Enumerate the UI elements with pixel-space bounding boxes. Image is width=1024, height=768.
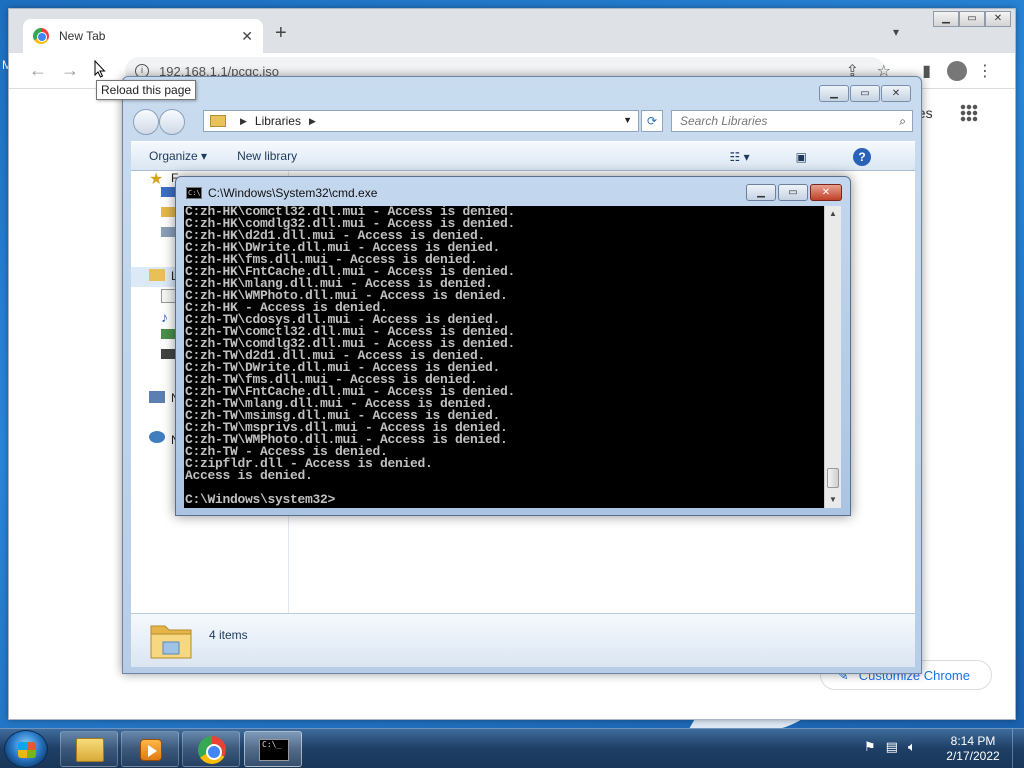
preview-pane-icon[interactable]: ▣ xyxy=(796,150,807,164)
explorer-icon xyxy=(76,738,104,762)
close-button[interactable]: ✕ xyxy=(985,11,1011,27)
taskbar-explorer-button[interactable] xyxy=(60,731,118,767)
explorer-address-bar[interactable]: ▶ Libraries ▶ ▼ xyxy=(203,110,639,132)
windows-logo-icon xyxy=(18,742,36,758)
search-placeholder: Search Libraries xyxy=(680,114,768,128)
scroll-down-icon[interactable]: ▼ xyxy=(825,492,841,508)
scroll-up-icon[interactable]: ▲ xyxy=(825,206,841,222)
cmd-titlebar: C:\ C:\Windows\System32\cmd.exe xyxy=(186,186,377,200)
cmd-window: C:\ C:\Windows\System32\cmd.exe ▁ ▭ ✕ C:… xyxy=(175,176,851,516)
chrome-favicon-icon xyxy=(33,28,49,44)
apps-grid-icon[interactable] xyxy=(960,104,978,122)
breadcrumb-libraries[interactable]: Libraries xyxy=(255,114,301,128)
explorer-forward-button[interactable] xyxy=(159,109,185,135)
side-panel-icon[interactable]: ▮ xyxy=(922,61,931,81)
explorer-back-button[interactable] xyxy=(133,109,159,135)
taskbar-cmd-button[interactable]: C:\_ xyxy=(244,731,302,767)
clock-time: 8:14 PM xyxy=(950,734,996,748)
explorer-search-input[interactable]: Search Libraries ⌕ xyxy=(671,110,913,132)
show-desktop-button[interactable] xyxy=(1012,729,1024,768)
favorites-star-icon[interactable]: ★ xyxy=(149,169,165,188)
taskbar-media-player-button[interactable] xyxy=(121,731,179,767)
view-controls: ☷ ▾ ▣ ? xyxy=(730,148,901,166)
libraries-folder-icon xyxy=(210,115,226,127)
start-button[interactable] xyxy=(4,730,48,768)
tab-search-chevron-icon[interactable]: ▾ xyxy=(893,25,899,39)
explorer-refresh-icon[interactable]: ⟳ xyxy=(641,110,663,132)
computer-icon[interactable] xyxy=(149,391,165,403)
mouse-cursor-icon xyxy=(94,60,106,78)
taskbar: C:\_ ⚑ ▤ 🔈︎ 8:14 PM 2/17/2022 xyxy=(0,728,1024,768)
breadcrumb-caret-icon[interactable]: ▶ xyxy=(240,116,247,127)
change-view-icon[interactable]: ☷ ▾ xyxy=(730,150,750,164)
explorer-command-bar: Organize ▾ New library ☷ ▾ ▣ ? xyxy=(131,141,915,171)
new-library-button[interactable]: New library xyxy=(237,149,297,163)
menu-kebab-icon[interactable]: ⋮ xyxy=(977,61,993,81)
breadcrumb-caret-icon[interactable]: ▶ xyxy=(309,116,316,127)
clock[interactable]: 8:14 PM 2/17/2022 xyxy=(936,734,1010,764)
help-icon[interactable]: ? xyxy=(853,148,871,166)
cmd-icon: C:\_ xyxy=(259,739,289,761)
cmd-window-controls: ▁ ▭ ✕ xyxy=(746,184,842,201)
taskbar-chrome-button[interactable] xyxy=(182,731,240,767)
console-prompt: C:\Windows\system32> xyxy=(185,492,336,507)
chrome-tab-strip: New Tab ✕ + ▾ ▁ ▭ ✕ xyxy=(9,9,1015,53)
forward-arrow-icon[interactable]: → xyxy=(61,61,79,79)
explorer-nav-row: ▶ Libraries ▶ ▼ ⟳ Search Libraries ⌕ xyxy=(131,107,915,135)
cmd-minimize-button[interactable]: ▁ xyxy=(746,184,776,201)
libraries-icon[interactable] xyxy=(149,269,165,281)
action-center-flag-icon[interactable]: ⚑ xyxy=(864,739,876,755)
chrome-window-controls: ▁ ▭ ✕ xyxy=(933,11,1011,27)
scroll-thumb[interactable] xyxy=(827,468,839,488)
chrome-icon xyxy=(198,736,226,764)
back-arrow-icon[interactable]: ← xyxy=(29,61,47,79)
maximize-button[interactable]: ▭ xyxy=(959,11,985,27)
network-icon[interactable] xyxy=(149,431,165,443)
tab-new-tab[interactable]: New Tab ✕ xyxy=(23,19,263,53)
clock-date: 2/17/2022 xyxy=(946,749,1000,763)
system-tray: ⚑ ▤ 🔈︎ xyxy=(864,739,916,755)
cmd-icon: C:\ xyxy=(186,187,202,199)
minimize-button[interactable]: ▁ xyxy=(933,11,959,27)
search-icon[interactable]: ⌕ xyxy=(899,114,906,129)
network-tray-icon[interactable]: ▤ xyxy=(886,739,898,755)
explorer-status-bar: 4 items xyxy=(131,613,915,667)
organize-button[interactable]: Organize ▾ xyxy=(149,149,207,163)
profile-avatar[interactable] xyxy=(947,61,967,81)
cmd-scrollbar[interactable]: ▲ ▼ xyxy=(824,206,841,508)
new-tab-button[interactable]: + xyxy=(275,23,287,43)
libraries-folder-icon xyxy=(150,625,192,659)
cmd-maximize-button[interactable]: ▭ xyxy=(778,184,808,201)
item-count: 4 items xyxy=(209,628,248,642)
console-line: Access is denied. xyxy=(185,468,313,483)
media-player-icon xyxy=(140,739,162,761)
reload-tooltip: Reload this page xyxy=(96,80,197,100)
explorer-window-controls: ▁ ▭ ✕ xyxy=(819,85,911,102)
cmd-close-button[interactable]: ✕ xyxy=(810,184,842,201)
address-dropdown-icon[interactable]: ▼ xyxy=(623,115,632,125)
cmd-title-text: C:\Windows\System32\cmd.exe xyxy=(208,186,378,200)
explorer-minimize-button[interactable]: ▁ xyxy=(819,85,849,102)
explorer-close-button[interactable]: ✕ xyxy=(881,85,911,102)
explorer-maximize-button[interactable]: ▭ xyxy=(850,85,880,102)
tab-close-icon[interactable]: ✕ xyxy=(241,28,253,45)
console-output[interactable]: C:zh-HK\comctl32.dll.mui - Access is den… xyxy=(184,206,824,508)
volume-icon[interactable]: 🔈︎ xyxy=(908,739,916,755)
tab-title: New Tab xyxy=(59,29,106,43)
